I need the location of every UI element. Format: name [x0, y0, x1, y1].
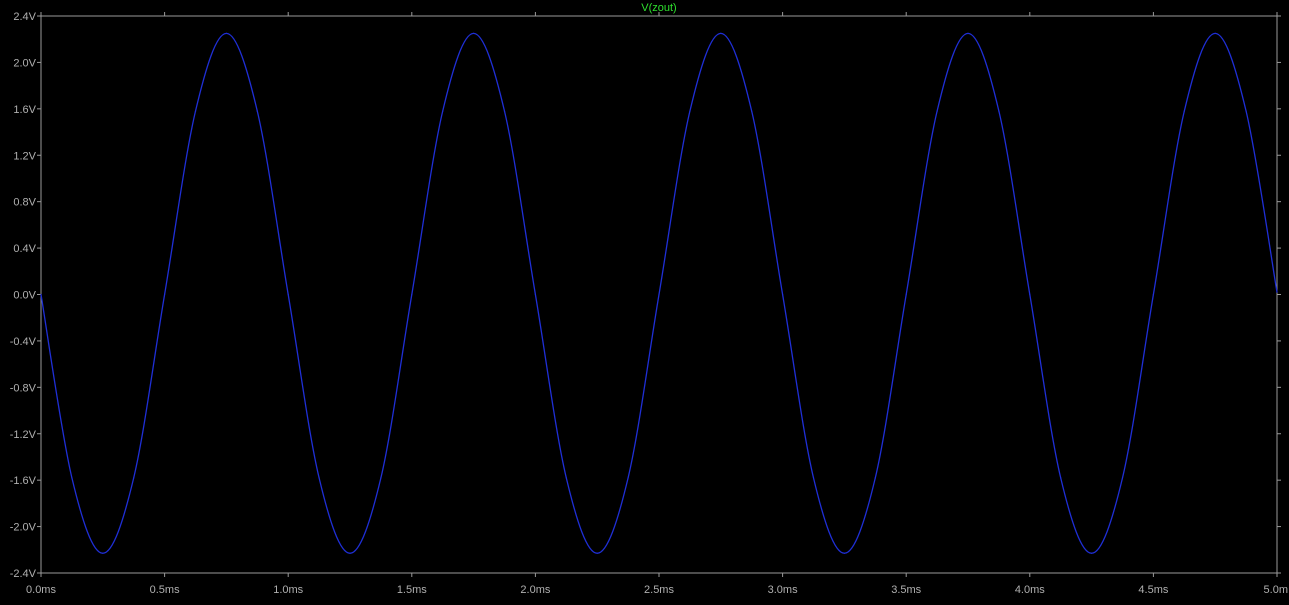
x-tick-label: 1.0ms: [273, 584, 303, 596]
y-tick-label: 0.8V: [13, 197, 36, 209]
x-tick-label: 4.5ms: [1138, 584, 1168, 596]
y-tick-label: -1.6V: [10, 475, 37, 487]
series-point: [812, 477, 815, 479]
series-point: [503, 110, 506, 112]
series-point: [782, 293, 784, 296]
series-point: [164, 293, 166, 296]
y-tick-label: 1.2V: [13, 150, 36, 162]
x-tick-label: 2.5ms: [644, 584, 674, 596]
series-point: [998, 110, 1000, 112]
series-point: [349, 552, 351, 554]
x-tick-label: 2.0ms: [520, 584, 550, 596]
series-point: [936, 110, 938, 112]
trace-layer: [40, 32, 1278, 554]
series-point: [1121, 477, 1124, 479]
series-point: [1152, 293, 1154, 296]
series-point: [658, 293, 660, 296]
y-axis: 2.4V 2.0V 1.6V 1.2V 0.8V 0.4V 0.0V -0.4V -0.8V -1…: [10, 11, 1281, 580]
y-tick-label: 0.4V: [13, 243, 36, 255]
series-line-vzout: [40, 32, 1278, 554]
series-point: [380, 477, 382, 479]
series-point: [627, 477, 629, 479]
y-tick-label: 1.6V: [13, 104, 36, 116]
series-point: [102, 552, 104, 554]
series-point: [1214, 32, 1216, 35]
y-tick-label: -2.4V: [10, 568, 37, 580]
x-tick-label: 3.0ms: [768, 584, 798, 596]
series-point: [287, 293, 289, 296]
x-tick-label: 3.5ms: [891, 584, 921, 596]
series-point: [751, 110, 753, 112]
series-point: [1029, 293, 1031, 296]
series-point: [905, 293, 907, 296]
series-point: [843, 552, 846, 554]
series-point: [967, 32, 969, 35]
series-point: [1091, 552, 1093, 554]
series-point: [596, 552, 598, 554]
waveform-plot: V(zout) 2.4V 2.0V 1.6V 1.2V 0.8V 0.4V 0.0V -0.4…: [0, 0, 1289, 600]
series-point: [720, 32, 722, 35]
y-tick-label: 2.4V: [13, 11, 36, 23]
series-point: [1245, 110, 1247, 112]
series-point: [318, 477, 320, 479]
y-tick-label: -1.2V: [10, 429, 37, 441]
series-point: [565, 477, 567, 479]
y-tick-label: -0.4V: [10, 336, 37, 348]
chart-svg: V(zout) 2.4V2.0V1.6V1.2V0.8V0.4V0.0V-0.4…: [10, 2, 1288, 596]
series-point: [133, 477, 135, 479]
series-point: [194, 110, 197, 112]
x-tick-label: 1.5ms: [397, 584, 427, 596]
series-point: [1060, 477, 1062, 479]
series-point: [442, 110, 444, 112]
y-tick-label: 0.0V: [13, 290, 36, 302]
x-tick-label: 0.5ms: [150, 584, 180, 596]
y-tick-label: -0.8V: [10, 382, 37, 394]
x-tick-label: 5.0m: [1264, 584, 1288, 596]
series-point: [473, 32, 475, 35]
series-point: [256, 110, 258, 112]
series-point: [874, 477, 876, 479]
series-point: [40, 293, 42, 296]
series-point: [534, 293, 537, 296]
x-tick-label: 0.0ms: [26, 584, 56, 596]
y-tick-label: 2.0V: [13, 57, 36, 69]
series-point: [1183, 110, 1185, 112]
x-tick-label: 4.0ms: [1015, 584, 1045, 596]
series-point: [689, 110, 691, 112]
series-point: [71, 477, 73, 479]
y-tick-label: -2.0V: [10, 522, 37, 534]
series-point: [225, 32, 227, 35]
series-point: [1276, 291, 1278, 293]
series-point: [411, 293, 413, 296]
